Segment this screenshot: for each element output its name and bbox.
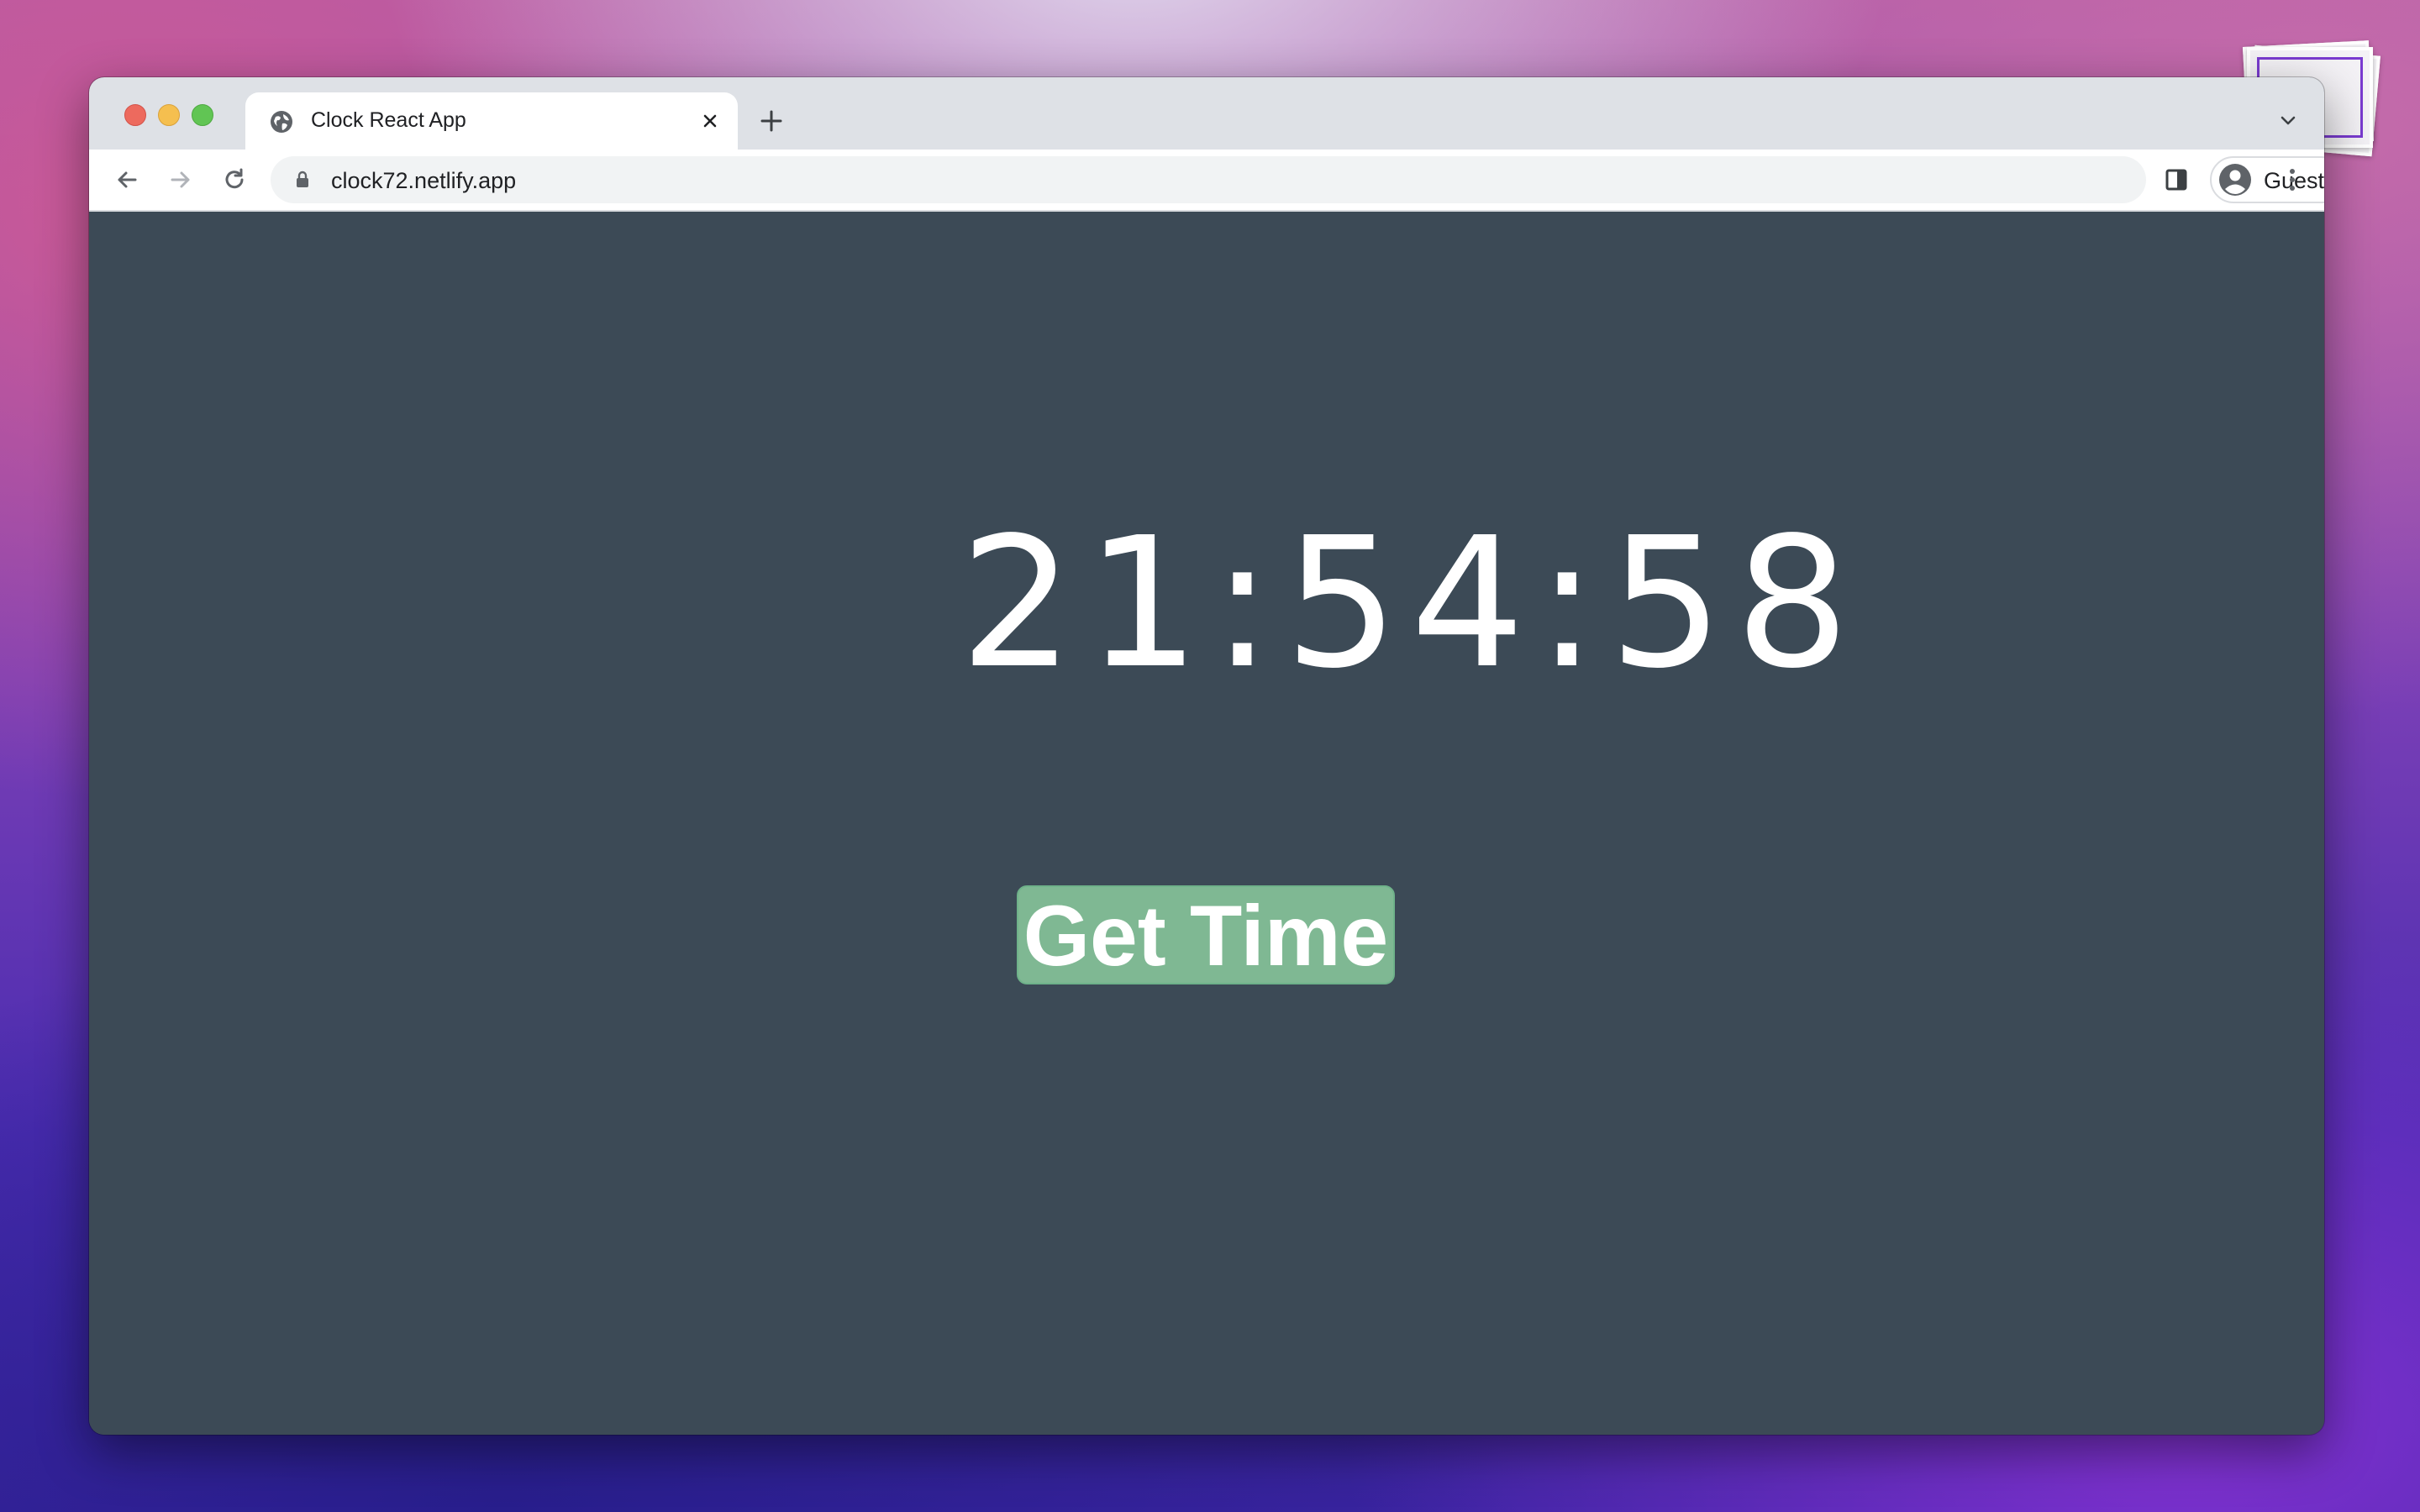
arrow-left-icon[interactable] bbox=[111, 164, 143, 196]
lock-icon[interactable] bbox=[292, 170, 313, 190]
close-icon[interactable] bbox=[697, 108, 723, 134]
chevron-down-icon[interactable] bbox=[2275, 108, 2301, 133]
browser-toolbar: clock72.netlify.app Guest bbox=[89, 150, 2324, 212]
account-circle-icon bbox=[2218, 163, 2252, 197]
plus-icon[interactable] bbox=[758, 108, 785, 134]
tab-strip: Clock React App bbox=[89, 77, 2324, 150]
browser-window: Clock React App clock72.netlify.app Gues… bbox=[89, 77, 2324, 1435]
page-content: 21:54:58 Get Time bbox=[89, 212, 2324, 1435]
arrow-right-icon[interactable] bbox=[165, 164, 197, 196]
more-vertical-icon[interactable] bbox=[2277, 165, 2307, 195]
tab-title: Clock React App bbox=[311, 108, 466, 132]
address-bar[interactable]: clock72.netlify.app bbox=[271, 156, 2146, 203]
reload-icon[interactable] bbox=[218, 164, 250, 196]
zoom-window-button[interactable] bbox=[192, 104, 213, 126]
url-text[interactable]: clock72.netlify.app bbox=[331, 168, 516, 194]
globe-icon bbox=[269, 109, 294, 134]
side-panel-icon[interactable] bbox=[2161, 165, 2191, 195]
minimize-window-button[interactable] bbox=[158, 104, 180, 126]
tab-clock-react-app[interactable]: Clock React App bbox=[245, 92, 738, 150]
clock-display: 21:54:58 bbox=[960, 499, 1862, 708]
close-window-button[interactable] bbox=[124, 104, 146, 126]
get-time-button[interactable]: Get Time bbox=[1017, 885, 1395, 984]
